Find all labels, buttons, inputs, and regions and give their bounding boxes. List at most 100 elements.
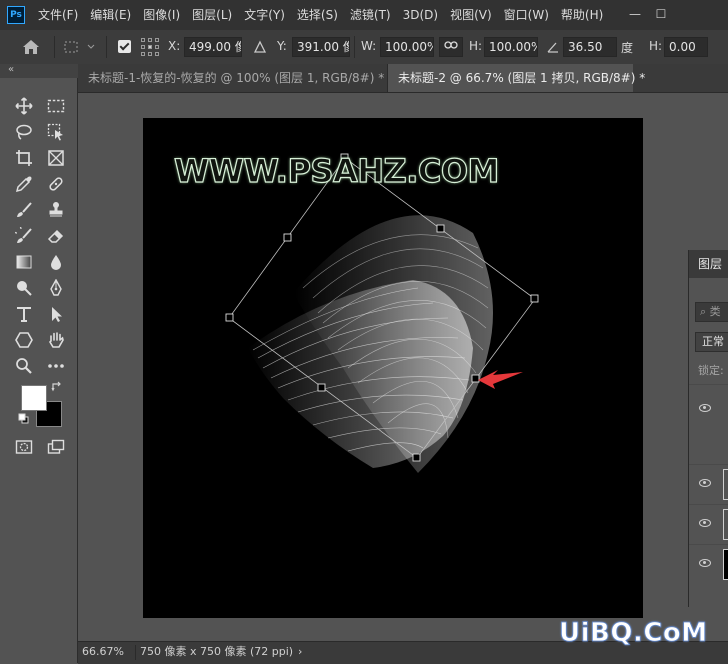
menu-filter[interactable]: 滤镜(T) <box>344 0 397 30</box>
zoom-level[interactable]: 66.67% <box>82 642 124 662</box>
layer-thumbnail <box>723 509 728 540</box>
menu-window[interactable]: 窗口(W) <box>498 0 555 30</box>
separator <box>106 36 107 58</box>
reference-point-checkbox[interactable] <box>118 40 131 53</box>
menu-select[interactable]: 选择(S) <box>291 0 344 30</box>
shape-tool[interactable] <box>13 329 35 351</box>
menu-type[interactable]: 文字(Y) <box>238 0 291 30</box>
blend-mode-select[interactable]: 正常 <box>695 332 728 352</box>
swap-colors-icon[interactable] <box>51 381 63 393</box>
menu-help[interactable]: 帮助(H) <box>555 0 609 30</box>
tab-document-1[interactable]: 未标题-1-恢复的-恢复的 @ 100% (图层 1, RGB/8#) * <box>78 64 388 92</box>
gradient-tool[interactable] <box>13 251 35 273</box>
screen-mode-button[interactable] <box>45 436 67 458</box>
layer-row[interactable] <box>689 544 728 584</box>
document-tab-bar: 未标题-1-恢复的-恢复的 @ 100% (图层 1, RGB/8#) * 未标… <box>78 64 728 93</box>
crop-tool[interactable] <box>13 147 35 169</box>
screen-mode-icon <box>47 439 65 454</box>
photoshop-logo: Ps <box>7 6 25 24</box>
menu-items: 文件(F) 编辑(E) 图像(I) 图层(L) 文字(Y) 选择(S) 滤镜(T… <box>32 0 609 30</box>
arrow-pointer-icon <box>52 307 62 322</box>
menu-view[interactable]: 视图(V) <box>444 0 498 30</box>
tab-document-2[interactable]: 未标题-2 @ 66.7% (图层 1 拷贝, RGB/8#) * <box>388 64 645 92</box>
move-icon <box>15 97 33 115</box>
layer-row[interactable] <box>689 464 728 504</box>
document-info: 750 像素 x 750 像素 (72 ppi) <box>140 645 294 658</box>
maximize-button[interactable]: ☐ <box>648 4 674 24</box>
height-input[interactable]: 100.00% <box>484 37 538 57</box>
more-icon <box>48 364 64 368</box>
path-selection-tool[interactable] <box>45 303 67 325</box>
delta-icon[interactable] <box>253 40 267 54</box>
blur-tool[interactable] <box>45 251 67 273</box>
eye-icon[interactable] <box>699 404 711 412</box>
menu-image[interactable]: 图像(I) <box>137 0 186 30</box>
x-position-input[interactable]: 499.00 像素 <box>184 37 242 57</box>
y-label: Y: <box>277 39 287 53</box>
menu-file[interactable]: 文件(F) <box>32 0 84 30</box>
h-skew-input[interactable]: 0.00 <box>664 37 708 57</box>
dodge-tool[interactable] <box>13 277 35 299</box>
artwork <box>225 153 539 474</box>
eye-icon[interactable] <box>699 519 711 527</box>
more-tools[interactable] <box>45 355 67 377</box>
minimize-button[interactable]: — <box>622 4 648 24</box>
menu-layer[interactable]: 图层(L) <box>186 0 238 30</box>
x-label: X: <box>168 39 181 53</box>
layer-row[interactable] <box>689 384 728 464</box>
menu-edit[interactable]: 编辑(E) <box>84 0 137 30</box>
home-button[interactable] <box>20 38 42 56</box>
document-canvas[interactable] <box>143 118 643 618</box>
zoom-tool[interactable] <box>13 355 35 377</box>
history-brush-icon <box>15 227 32 243</box>
type-icon <box>17 307 31 322</box>
healing-brush-tool[interactable] <box>45 173 67 195</box>
link-icon[interactable] <box>439 37 463 57</box>
layers-panel-title[interactable]: 图层 <box>689 250 728 278</box>
object-selection-tool[interactable] <box>45 121 67 143</box>
home-icon <box>23 40 39 54</box>
layer-filter-text: 类 <box>709 305 721 318</box>
layers-panel: 图层 ⌕ 类 正常 锁定: <box>688 250 728 607</box>
eyedropper-tool[interactable] <box>13 173 35 195</box>
eye-icon[interactable] <box>699 559 711 567</box>
options-bar: X: 499.00 像素 Y: 391.00 像素 W: 100.00% H: … <box>0 30 728 65</box>
hexagon-icon <box>15 332 33 348</box>
clone-stamp-tool[interactable] <box>45 199 67 221</box>
menu-3d[interactable]: 3D(D) <box>397 0 444 30</box>
separator <box>54 36 55 58</box>
separator <box>354 36 355 58</box>
h-skew-label: H: <box>649 39 663 53</box>
layer-row[interactable] <box>689 504 728 544</box>
layer-filter-input[interactable]: ⌕ 类 <box>695 302 728 322</box>
w-label: W: <box>361 39 377 53</box>
eye-icon[interactable] <box>699 479 711 487</box>
transform-tool-preset-icon[interactable] <box>62 39 96 55</box>
drop-icon <box>51 255 61 270</box>
pen-tool[interactable] <box>45 277 67 299</box>
quick-mask-button[interactable] <box>13 436 35 458</box>
panel-collapse-button[interactable]: « <box>0 64 78 78</box>
frame-tool[interactable] <box>45 147 67 169</box>
default-colors-icon[interactable] <box>18 413 30 425</box>
layer-thumbnail <box>723 469 728 500</box>
lasso-tool[interactable] <box>13 121 35 143</box>
status-menu-arrow[interactable]: › <box>298 642 302 662</box>
reference-point-grid-icon[interactable] <box>141 38 159 56</box>
y-position-input[interactable]: 391.00 像素 <box>292 37 350 57</box>
brush-icon <box>17 202 32 217</box>
width-input[interactable]: 100.00% <box>380 37 434 57</box>
site-watermark: UiBQ.CoM <box>559 618 708 649</box>
marquee-tool[interactable] <box>45 95 67 117</box>
foreground-color-swatch[interactable] <box>21 385 47 411</box>
lasso-icon <box>16 124 32 140</box>
type-tool[interactable] <box>13 303 35 325</box>
rotation-input[interactable]: 36.50 <box>563 37 617 57</box>
brush-tool[interactable] <box>13 199 35 221</box>
eraser-tool[interactable] <box>45 225 67 247</box>
hand-tool[interactable] <box>45 329 67 351</box>
bandage-icon <box>49 177 63 191</box>
move-tool[interactable] <box>13 95 35 117</box>
history-brush-tool[interactable] <box>13 225 35 247</box>
rectangular-marquee-icon <box>47 99 65 113</box>
